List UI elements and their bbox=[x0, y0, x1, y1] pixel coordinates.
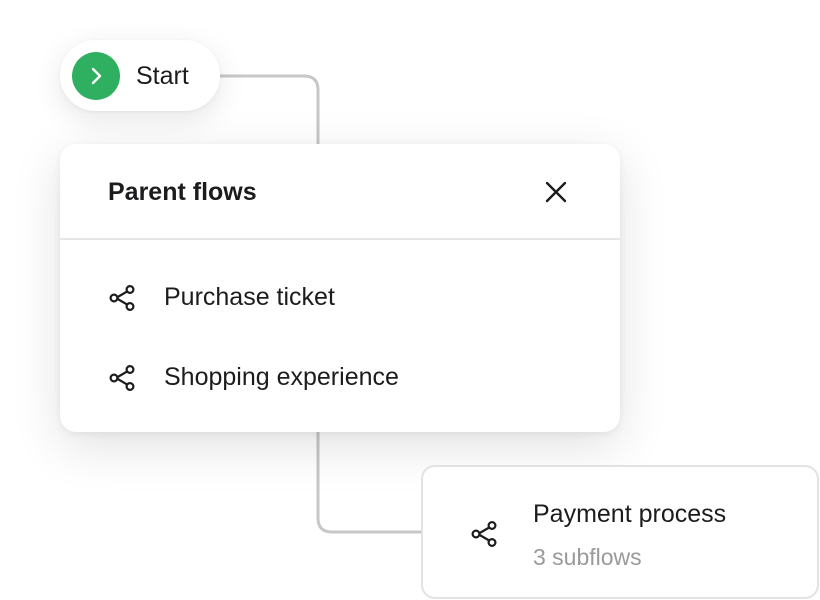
start-node[interactable]: Start bbox=[60, 40, 220, 111]
start-label: Start bbox=[136, 62, 189, 90]
parent-flows-popover: Parent flows Purchase ticket Shopping ex… bbox=[60, 144, 620, 432]
flow-branch-icon bbox=[109, 284, 135, 312]
chevron-right-icon bbox=[91, 67, 102, 85]
flow-branch-icon bbox=[471, 520, 497, 548]
parent-flow-item-purchase-ticket[interactable]: Purchase ticket bbox=[96, 265, 584, 329]
parent-flow-label: Shopping experience bbox=[164, 363, 399, 391]
parent-flow-label: Purchase ticket bbox=[164, 283, 335, 311]
popover-header: Parent flows bbox=[60, 144, 620, 240]
node-title: Payment process bbox=[533, 500, 727, 528]
close-icon bbox=[545, 181, 567, 203]
start-button[interactable] bbox=[72, 52, 120, 100]
close-button[interactable] bbox=[536, 174, 576, 210]
popover-title: Parent flows bbox=[108, 178, 257, 206]
payment-process-node[interactable]: Payment process 3 subflows bbox=[421, 465, 819, 599]
parent-flow-item-shopping-experience[interactable]: Shopping experience bbox=[96, 345, 584, 409]
flow-branch-icon bbox=[109, 364, 135, 392]
subflow-count: 3 subflows bbox=[533, 544, 642, 570]
